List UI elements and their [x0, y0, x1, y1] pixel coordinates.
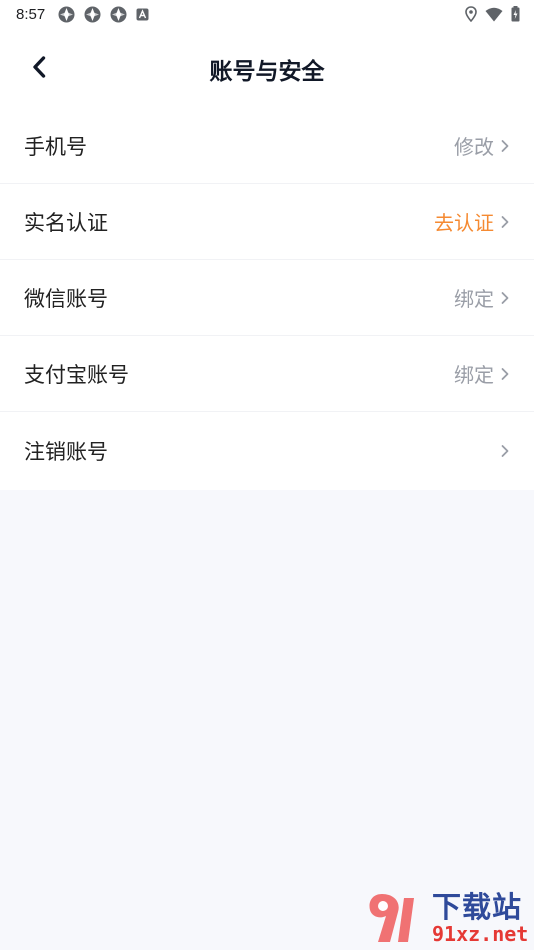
- settings-list: 手机号 修改 实名认证 去认证 微信账号 绑定 支付宝账号 绑定 注销账号: [0, 108, 534, 490]
- settings-item-label: 注销账号: [24, 440, 108, 464]
- chevron-right-icon: [501, 445, 509, 457]
- settings-item-label: 支付宝账号: [24, 362, 129, 387]
- settings-item-label: 手机号: [24, 134, 87, 159]
- settings-item-right: 去认证: [434, 207, 510, 236]
- settings-item-alipay[interactable]: 支付宝账号 绑定: [0, 336, 534, 412]
- settings-item-action: 绑定: [454, 363, 494, 387]
- site-logo-icon: [369, 894, 414, 942]
- page-title: 账号与安全: [209, 59, 325, 85]
- wifi-icon: [485, 7, 503, 21]
- status-left: 8:57: [16, 6, 149, 23]
- chevron-right-icon: [501, 291, 509, 304]
- settings-item-phone[interactable]: 手机号 修改: [0, 108, 534, 184]
- settings-item-right: 绑定: [454, 283, 510, 312]
- watermark-domain: 91xz.net: [432, 921, 529, 946]
- settings-item-right: 绑定: [454, 359, 510, 388]
- sync-icon: [58, 6, 75, 22]
- settings-item-action: 绑定: [454, 287, 494, 311]
- settings-item-action: 去认证: [434, 211, 494, 235]
- watermark-text: 下载站 91xz.net: [432, 889, 529, 946]
- settings-item-right: 修改: [454, 131, 510, 160]
- app-header: 账号与安全: [0, 28, 534, 108]
- status-time: 8:57: [16, 5, 46, 23]
- settings-item-action: 修改: [454, 135, 494, 159]
- sync-icon: [84, 6, 101, 22]
- settings-item-right: [494, 443, 510, 459]
- settings-item-real-name[interactable]: 实名认证 去认证: [0, 184, 534, 260]
- settings-item-label: 微信账号: [24, 286, 108, 311]
- settings-item-cancel-account[interactable]: 注销账号: [0, 412, 534, 490]
- watermark-logo-text: 下载站: [432, 889, 523, 924]
- status-bar: 8:57: [0, 0, 534, 28]
- chevron-right-icon: [501, 139, 509, 152]
- settings-item-label: 实名认证: [24, 210, 108, 235]
- battery-icon: [511, 6, 520, 22]
- settings-item-wechat[interactable]: 微信账号 绑定: [0, 260, 534, 336]
- site-watermark: 下载站 91xz.net: [358, 886, 534, 950]
- status-right: [465, 6, 520, 22]
- chevron-right-icon: [501, 367, 509, 380]
- chevron-right-icon: [501, 215, 509, 228]
- location-icon: [465, 6, 477, 22]
- accessibility-icon: [136, 8, 149, 20]
- sync-icon: [110, 6, 127, 22]
